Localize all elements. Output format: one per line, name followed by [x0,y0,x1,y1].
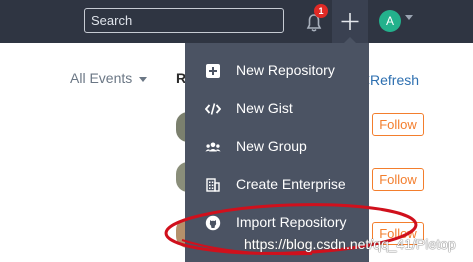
plus-square-icon [206,64,220,78]
menu-item-label: New Repository [236,62,335,78]
chevron-down-icon[interactable] [405,15,413,20]
events-filter[interactable]: All Events [70,70,148,86]
menu-item-label: Create Enterprise [236,176,346,192]
menu-item-new-repository[interactable]: New Repository [185,52,369,90]
search-input[interactable]: Search [84,8,284,33]
code-icon [205,103,221,115]
notification-badge: 1 [314,4,328,18]
follow-button[interactable]: Follow [372,113,424,136]
chevron-down-icon [139,76,148,82]
menu-item-new-gist[interactable]: New Gist [185,90,369,128]
events-filter-label: All Events [70,70,133,86]
menu-item-label: New Group [236,138,307,154]
refresh-link[interactable]: Refresh [370,72,419,88]
group-icon [205,142,221,152]
watermark: https://blog.csdn.net/qq_41/Pietop [244,236,456,252]
menu-item-new-group[interactable]: New Group [185,128,369,166]
user-avatar[interactable]: A [379,10,401,32]
building-icon [206,178,220,192]
follow-button[interactable]: Follow [372,168,424,191]
menu-item-label: New Gist [236,100,293,116]
menu-item-create-enterprise[interactable]: Create Enterprise [185,166,369,204]
